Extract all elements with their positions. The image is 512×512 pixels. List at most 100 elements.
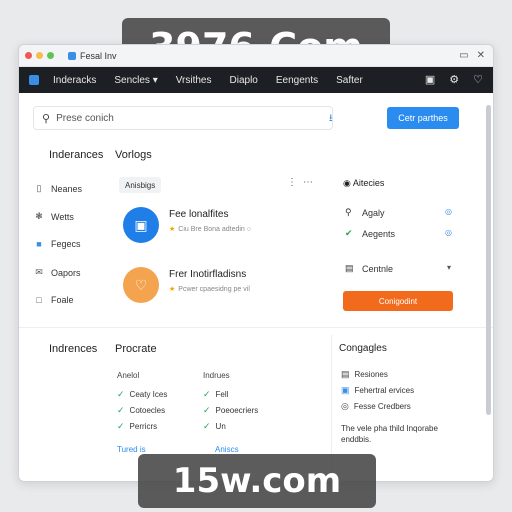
window-icon[interactable]: ▭ (459, 50, 468, 61)
sidebar-item[interactable]: ■ Fegecs (33, 239, 81, 249)
search-icon: ⚲ (345, 207, 352, 217)
sidebar-item-label: Fegecs (51, 239, 81, 249)
chevron-down-icon[interactable]: ▾ (447, 263, 451, 272)
cart-icon[interactable]: ▣ (425, 73, 435, 86)
checklist-item[interactable]: ✓ Poeoecriers (203, 405, 258, 416)
sidebar-item[interactable]: ▯ Neanes (33, 183, 83, 194)
column-header: Anelol (117, 371, 140, 380)
star-icon: ★ (169, 226, 176, 233)
section-divider (19, 327, 493, 328)
nav-item[interactable]: Vrsithes (176, 75, 212, 86)
sidebar-item-label: Wetts (51, 211, 74, 222)
card-icon: ♡ (123, 267, 159, 303)
check-icon: ✓ (117, 389, 125, 399)
sidebar-item[interactable]: ❃ Wetts (33, 211, 74, 222)
bottom-right-title: Congagles (339, 343, 387, 354)
check-icon: ✓ (117, 421, 125, 431)
checklist-item[interactable]: ✓ Ceaty Ices (117, 389, 167, 400)
minimize-dot[interactable] (36, 52, 43, 59)
list-icon: ▤ (345, 263, 354, 273)
close-icon[interactable]: ✕ (477, 50, 485, 61)
doc-icon: ▯ (36, 183, 42, 193)
tab-favicon (68, 51, 76, 60)
sidebar-item-label: Neanes (51, 183, 83, 194)
checklist-item[interactable]: ✓ Perricrs (117, 421, 157, 432)
close-dot[interactable] (25, 52, 32, 59)
card-meta-text: Pcwer cpaesidng pe vil (178, 286, 250, 293)
doc-icon: ▤ (341, 369, 350, 379)
bottom-left-title: Indrences (49, 343, 98, 355)
footer-note: The vele pha thild Inqorabe enddbis. (341, 424, 438, 444)
settings-icon[interactable]: ⚙ (449, 73, 459, 86)
tab-label: Fesal Inv (80, 50, 117, 61)
title-bar-icons: ▭ ✕ (459, 50, 485, 61)
app-logo-icon[interactable] (29, 75, 39, 85)
nav-item[interactable]: Eengents (276, 75, 318, 86)
chip-label: Anisbigs (125, 180, 156, 190)
maximize-dot[interactable] (47, 52, 54, 59)
select-label: Centnle (362, 263, 394, 274)
nav-item[interactable]: Safter (336, 75, 363, 86)
column-link[interactable]: Tured is (117, 445, 146, 454)
info-icon[interactable]: ◎ (445, 207, 452, 216)
card-icon: ▣ (123, 207, 159, 243)
download-icon[interactable]: ⭳ (329, 111, 333, 128)
title-bar: Fesal Inv ▭ ✕ (19, 45, 493, 67)
column-header: Indrues (203, 371, 230, 380)
checklist-item[interactable]: ✓ Cotoecles (117, 405, 165, 416)
sidebar-item-label: Oapors (51, 267, 81, 278)
mail-icon: ✉ (35, 267, 43, 277)
card-meta-text: Ciu Bre Bona adtedin ○ (178, 226, 251, 233)
sidebar-title: Inderances (49, 149, 104, 161)
resource-item[interactable]: ▣ Fehertral ervices (341, 385, 414, 396)
checklist-item[interactable]: ✓ Fell (203, 389, 228, 400)
card-title[interactable]: Frer Inotirfladisns (169, 269, 246, 280)
star-icon: ★ (169, 286, 176, 293)
sidebar-item[interactable]: □ Foale (33, 295, 74, 305)
sidebar-item[interactable]: ✉ Oapors (33, 267, 81, 278)
bell-icon[interactable]: ♡ (473, 73, 483, 86)
bottom-mid-title: Procrate (115, 343, 157, 355)
check-icon: ✓ (203, 421, 211, 431)
watermark-bottom: 15w.com (138, 454, 376, 508)
scrollbar[interactable] (486, 105, 491, 415)
service-icon: ▣ (341, 385, 350, 395)
primary-cta-button[interactable]: Cetr parthes (387, 107, 459, 129)
toolbar: ⚲ Prese conich ⭳ Cetr parthes (19, 93, 493, 143)
orange-action-button[interactable]: Conigodint (343, 291, 453, 311)
search-icon: ⚲ (42, 112, 51, 125)
nav-item[interactable]: Diaplo (230, 75, 258, 86)
window-icon: □ (36, 295, 42, 305)
card-meta: ★ Pcwer cpaesidng pe vil (169, 285, 250, 293)
nav-item[interactable]: Sencles ▾ (114, 75, 157, 86)
right-item-label: Aegents (362, 228, 396, 239)
more-horizontal-icon[interactable]: ⋯ (303, 177, 313, 188)
card-title[interactable]: Fee lonalfites (169, 209, 228, 220)
check-icon: ✓ (203, 389, 211, 399)
activity-icon: ◉ (343, 178, 353, 188)
more-vertical-icon[interactable]: ⋮ (287, 177, 297, 188)
sidebar-item-label: Foale (51, 295, 74, 305)
browser-window: Fesal Inv ▭ ✕ Inderacks Sencles ▾ Vrsith… (18, 44, 494, 482)
check-icon: ✔ (345, 228, 353, 238)
card-meta: ★ Ciu Bre Bona adtedin ○ (169, 225, 251, 233)
users-icon: ❃ (35, 211, 43, 221)
select-control[interactable]: ▤ Centnle (345, 263, 393, 274)
main-title: Vorlogs (115, 149, 152, 161)
right-panel-title: ◉ Aitecies (343, 178, 385, 188)
search-input[interactable]: ⚲ Prese conich (33, 106, 333, 130)
right-item[interactable]: ✔ Aegents (345, 228, 395, 239)
resource-item[interactable]: ◎ Fesse Credbers (341, 401, 411, 412)
info-icon[interactable]: ◎ (445, 228, 452, 237)
resource-item[interactable]: ▤ Resiones (341, 369, 388, 380)
browser-tab[interactable]: Fesal Inv (68, 51, 117, 61)
nav-item[interactable]: Inderacks (53, 75, 96, 86)
user-icon: ◎ (341, 401, 349, 411)
checklist-item[interactable]: ✓ Un (203, 421, 226, 432)
column-link[interactable]: Aniscs (215, 445, 239, 454)
filter-chip[interactable]: Anisbigs (119, 177, 162, 193)
folder-icon: ■ (36, 239, 42, 249)
top-navigation: Inderacks Sencles ▾ Vrsithes Diaplo Eeng… (19, 67, 493, 93)
right-item[interactable]: ⚲ Agaly (345, 207, 385, 218)
search-placeholder: Prese conich (56, 112, 114, 124)
